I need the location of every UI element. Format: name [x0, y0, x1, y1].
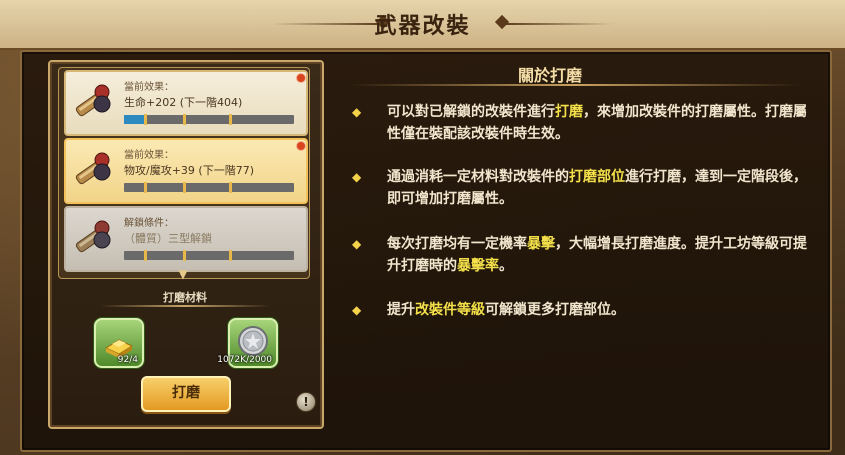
- mod-card-3[interactable]: 解鎖條件： （體質）三型解鎖: [64, 206, 308, 272]
- mod-card-2[interactable]: 當前效果： 物攻/魔攻+39 (下一階77): [64, 138, 308, 204]
- bullet-text-segment: 可以對已解鎖的改裝件進行: [387, 104, 555, 120]
- chevron-down-icon[interactable]: ▼: [174, 268, 192, 280]
- progress-marker: [229, 182, 232, 193]
- weapon-part-icon: [75, 152, 111, 185]
- progress-marker: [144, 182, 147, 193]
- mod-card-1[interactable]: 當前效果： 生命+202 (下一階404): [64, 70, 308, 136]
- about-bullet-4-text: 提升改裝件等級可解鎖更多打磨部位。: [352, 299, 807, 321]
- bullet-text-segment: 每次打磨均有一定機率: [387, 236, 527, 252]
- weapon-part-icon: [75, 220, 111, 253]
- progress-marker: [229, 114, 232, 125]
- card-3-value: （體質）三型解鎖: [124, 232, 212, 245]
- title-ornament-right: [503, 23, 613, 25]
- card-1-value: 生命+202 (下一階404): [124, 96, 243, 109]
- card-3-progress-bar: [124, 251, 294, 260]
- progress-marker: [183, 250, 186, 261]
- card-1-progress-fill: [124, 115, 145, 124]
- highlight-term: 暴擊: [527, 236, 555, 252]
- title-bar: 武器改裝: [0, 0, 845, 48]
- card-3-label: 解鎖條件：: [124, 218, 174, 229]
- bullet-text-segment: 通過消耗一定材料對改裝件的: [387, 169, 569, 185]
- about-bullet-3-text: 每次打磨均有一定機率暴擊，大幅增長打磨進度。提升工坊等級可提升打磨時的暴擊率。: [352, 233, 807, 277]
- bullet-text-segment: 。: [499, 258, 513, 274]
- info-icon[interactable]: !: [296, 392, 316, 412]
- about-bullet-2-text: 通過消耗一定材料對改裝件的打磨部位進行打磨，達到一定階段後，即可增加打磨屬性。: [352, 166, 807, 210]
- about-bullet-1-text: 可以對已解鎖的改裝件進行打磨，來增加改裝件的打磨屬性。打磨屬性僅在裝配該改裝件時…: [352, 101, 807, 145]
- page-title: 武器改裝: [374, 14, 471, 39]
- material-gold-qty: 92/4: [117, 355, 138, 365]
- about-bullet-3: ◆ 每次打磨均有一定機率暴擊，大幅增長打磨進度。提升工坊等級可提升打磨時的暴擊率…: [352, 233, 807, 277]
- card-2-value: 物攻/魔攻+39 (下一階77): [124, 164, 254, 177]
- about-bullet-1: ◆ 可以對已解鎖的改裝件進行打磨，來增加改裝件的打磨屬性。打磨屬性僅在裝配該改裝…: [352, 101, 807, 145]
- material-coin-qty: 1072K/2000: [217, 355, 272, 365]
- card-1-progress-bar: [124, 115, 294, 124]
- card-2-progress-bar: [124, 183, 294, 192]
- progress-marker: [183, 114, 186, 125]
- progress-marker: [144, 250, 147, 261]
- progress-marker: [144, 114, 147, 125]
- title-ornament-diamond-right: [494, 14, 510, 30]
- diamond-bullet-icon: ◆: [352, 303, 362, 317]
- highlight-term: 打磨部位: [569, 169, 625, 185]
- bullet-text-segment: 提升: [387, 302, 415, 318]
- card-2-label: 當前效果：: [124, 150, 174, 161]
- diamond-bullet-icon: ◆: [352, 170, 362, 184]
- about-title: 關於打磨: [517, 66, 582, 85]
- highlight-term: 暴擊率: [457, 258, 499, 274]
- material-slot-gold[interactable]: 92/4: [94, 318, 144, 368]
- diamond-bullet-icon: ◆: [352, 237, 362, 251]
- notification-dot: [296, 73, 306, 83]
- title-ornament-left: [272, 23, 382, 25]
- weapon-part-icon: [75, 84, 111, 117]
- progress-marker: [229, 250, 232, 261]
- about-divider: [350, 84, 800, 86]
- material-slot-coin[interactable]: 1072K/2000: [217, 318, 278, 368]
- diamond-bullet-icon: ◆: [352, 105, 362, 119]
- highlight-term: 打磨: [555, 104, 583, 120]
- highlight-term: 改裝件等級: [415, 302, 485, 318]
- progress-marker: [183, 182, 186, 193]
- bullet-text-segment: 可解鎖更多打磨部位。: [485, 302, 625, 318]
- notification-dot: [296, 141, 306, 151]
- grind-button[interactable]: 打磨: [141, 376, 231, 412]
- card-1-label: 當前效果：: [124, 82, 174, 93]
- materials-divider: [100, 305, 270, 307]
- about-bullet-4: ◆ 提升改裝件等級可解鎖更多打磨部位。: [352, 299, 807, 321]
- about-bullet-2: ◆ 通過消耗一定材料對改裝件的打磨部位進行打磨，達到一定階段後，即可增加打磨屬性…: [352, 166, 807, 210]
- materials-title: 打磨材料: [163, 291, 207, 304]
